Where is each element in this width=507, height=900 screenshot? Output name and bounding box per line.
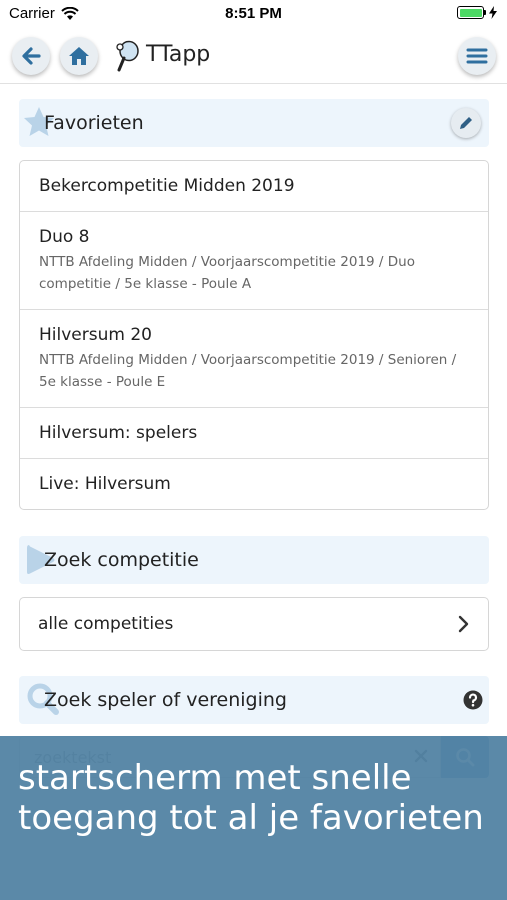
caption-text: startscherm met snelle toegang tot al je… [18,758,484,838]
chevron-right-icon [458,615,469,633]
favorite-item[interactable]: Bekercompetitie Midden 2019 [20,161,488,212]
favorite-item-title: Live: Hilversum [39,474,171,494]
favorite-item-title: Hilversum: spelers [39,423,198,443]
all-competitions-label: alle competities [38,614,174,634]
favorite-item-title: Hilversum 20 [39,325,152,345]
battery-fill [459,8,482,17]
caption-banner: startscherm met snelle toegang tot al je… [0,736,507,900]
favorite-item-title: Duo 8 [39,227,90,247]
back-button[interactable] [12,37,50,75]
favorites-list: Bekercompetitie Midden 2019 Duo 8 NTTB A… [19,160,489,510]
all-competitions-item[interactable]: alle competities [20,598,488,650]
battery-icon [457,6,484,19]
favorite-item-subtitle: NTTB Afdeling Midden / Voorjaarscompetit… [39,352,457,390]
competition-section-header: Zoek competitie [19,536,489,584]
hamburger-menu-icon [466,48,488,64]
favorite-item-title: Bekercompetitie Midden 2019 [39,176,295,196]
charging-bolt-icon [489,6,497,19]
favorite-item[interactable]: Hilversum 20 NTTB Afdeling Midden / Voor… [20,310,488,408]
menu-button[interactable] [458,37,496,75]
competition-title: Zoek competitie [44,549,199,571]
status-bar: Carrier 8:51 PM [0,0,507,28]
player-search-title: Zoek speler of vereniging [44,689,287,711]
pencil-icon [460,117,472,129]
home-icon [69,47,89,65]
favorite-item-subtitle: NTTB Afdeling Midden / Voorjaarscompetit… [39,254,415,292]
favorite-item[interactable]: Duo 8 NTTB Afdeling Midden / Voorjaarsco… [20,212,488,310]
favorites-title: Favorieten [44,112,144,134]
favorite-item[interactable]: Live: Hilversum [20,459,488,509]
favorites-section-header: Favorieten [19,99,489,147]
edit-favorites-button[interactable] [451,108,481,138]
app-title: TTapp [146,42,211,67]
table-tennis-logo-icon [116,40,139,72]
player-search-section-header: Zoek speler of vereniging [19,676,489,724]
battery-tip [484,10,486,15]
app-header: TTapp [0,28,507,84]
competition-list: alle competities [19,597,489,651]
favorite-item[interactable]: Hilversum: spelers [20,408,488,459]
question-circle-icon[interactable] [463,690,483,710]
home-button[interactable] [60,37,98,75]
arrow-left-icon [22,47,41,65]
clock: 8:51 PM [225,5,282,22]
battery-indicator [457,6,497,19]
